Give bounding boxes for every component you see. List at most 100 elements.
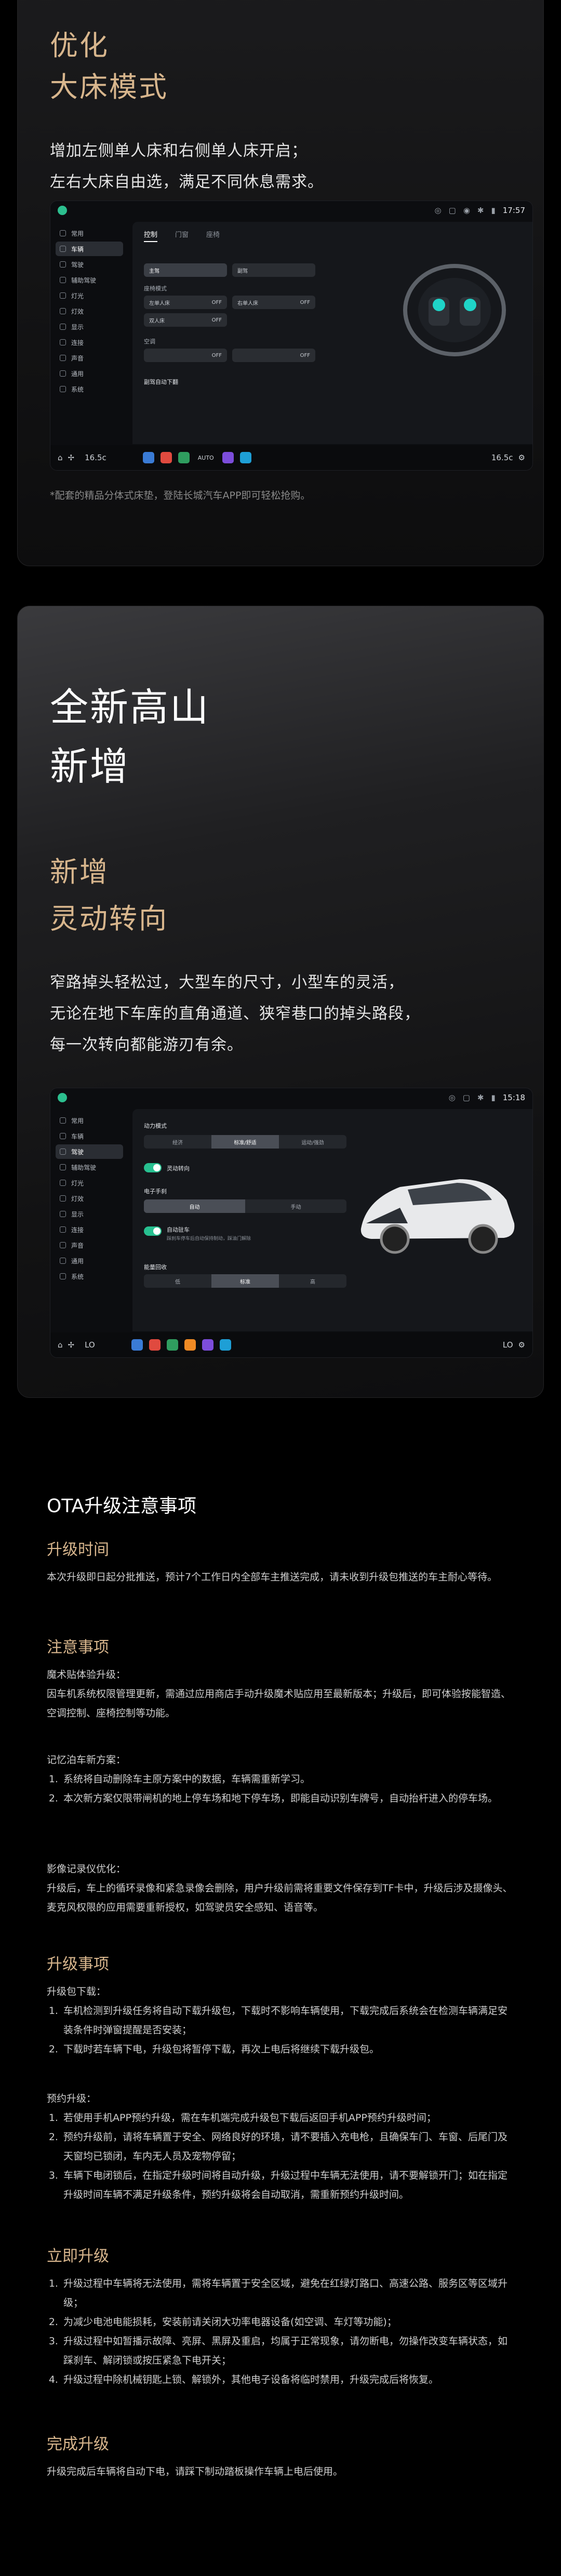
sidebar-item-label: 显示	[71, 323, 84, 331]
sidebar-item-icon	[60, 1226, 66, 1233]
sidebar-item-icon	[60, 292, 66, 299]
sidebar-item[interactable]: 灯效	[56, 304, 123, 318]
segment-option[interactable]: 低	[144, 1274, 211, 1288]
sidebar-item[interactable]: 驾驶	[56, 257, 123, 272]
sidebar-item[interactable]: 显示	[56, 1207, 123, 1221]
sidebar-item-label: 系统	[71, 1273, 84, 1280]
settings-gear-icon[interactable]: ⚙	[518, 453, 525, 462]
ota-section-done-text: 升级完成后车辆将自动下电，请踩下制动踏板操作车辆上电后使用。	[47, 2466, 343, 2477]
app-icon-phone[interactable]	[166, 1339, 178, 1351]
app-icon-store[interactable]	[239, 452, 251, 463]
ac-left-toggle[interactable]: OFF	[144, 349, 227, 362]
list-item: 预约升级前，请将车辆置于安全、网络良好的环境，请不要插入充电枪，且确保车门、车窗…	[61, 2128, 517, 2166]
tab[interactable]: 控制	[144, 229, 158, 242]
sidebar-item[interactable]: 灯光	[56, 288, 123, 303]
home-icon[interactable]: ⌂	[58, 453, 63, 462]
drive-mode-selector[interactable]: 经济 标准/舒适 运动/强劲	[144, 1135, 346, 1149]
sidebar-item-label: 系统	[71, 385, 84, 393]
sidebar-item-label: 连接	[71, 339, 84, 346]
dock-temp-right[interactable]: LO	[503, 1340, 513, 1350]
sidebar-item[interactable]: 连接	[56, 1222, 123, 1237]
sidebar-item[interactable]: 辅助驾驶	[56, 1160, 123, 1174]
auto-hold-toggle[interactable]	[144, 1226, 162, 1236]
sidebar-item[interactable]: 通用	[56, 366, 123, 381]
sidebar-item[interactable]: 驾驶	[56, 1144, 123, 1159]
sidebar-item[interactable]: 辅助驾驶	[56, 273, 123, 287]
right-bed-toggle[interactable]: 右单人床 OFF	[232, 296, 315, 309]
regen-selector[interactable]: 低标准高	[144, 1274, 346, 1288]
left-bed-toggle[interactable]: 左单人床 OFF	[144, 296, 227, 309]
sidebar-item[interactable]: 连接	[56, 335, 123, 350]
sidebar-item[interactable]: 常用	[56, 226, 123, 241]
app-icon-nav[interactable]	[142, 452, 154, 463]
sidebar-item-icon	[60, 1211, 66, 1217]
sidebar-item[interactable]: 车辆	[56, 242, 123, 256]
dock-temp-right[interactable]: 16.5c	[491, 453, 513, 462]
bluetooth-icon: ✱	[477, 1093, 484, 1102]
app-icon-media[interactable]	[184, 1339, 196, 1351]
segment-option[interactable]: 运动/强劲	[279, 1135, 346, 1149]
sidebar-item-icon	[60, 261, 66, 268]
ota-notes-a-text: 因车机系统权限管理更新，需通过应用商店手动升级魔术贴应用至最新版本；升级后，即可…	[47, 1688, 511, 1719]
sidebar-item[interactable]: 车辆	[56, 1129, 123, 1143]
seat-main-button[interactable]: 主驾	[144, 263, 227, 277]
parking-brake-selector[interactable]: 自动 手动	[144, 1199, 346, 1213]
app-icon-phone[interactable]	[178, 452, 190, 463]
sidebar-item[interactable]: 声音	[56, 1238, 123, 1252]
ota-title: OTA升级注意事项	[47, 1496, 197, 1517]
ac-right-toggle[interactable]: OFF	[232, 349, 315, 362]
app-icon-nav[interactable]	[131, 1339, 143, 1351]
seat-illustration	[403, 264, 506, 356]
list-item: 车辆下电闭锁后，在指定升级时间将自动升级，升级过程中车辆无法使用，请不要解锁开门…	[61, 2166, 517, 2205]
ota-notes-a-head: 魔术贴体验升级：	[47, 1669, 126, 1680]
sidebar-item[interactable]: 系统	[56, 382, 123, 396]
steering-toggle[interactable]	[144, 1163, 162, 1172]
dock-temp-left[interactable]: 16.5c	[85, 453, 106, 462]
settings-content: 控制 门窗 座椅 主驾 副驾 座椅模式 左单人床 OFF 右单人床 OFF 双人床 OFF…	[132, 222, 532, 444]
double-bed-toggle[interactable]: 双人床 OFF	[144, 313, 227, 327]
list-item: 下载时若车辆下电，升级包将暂停下载，再次上电后将继续下载升级包。	[61, 2040, 517, 2059]
app-icon-music[interactable]	[160, 452, 172, 463]
sidebar-item[interactable]: 灯效	[56, 1191, 123, 1206]
ota-section-upgrade-title: 升级事项	[47, 1955, 109, 1973]
ota-section-time-title: 升级时间	[47, 1541, 109, 1559]
segment-option[interactable]: 标准	[211, 1274, 279, 1288]
screen-bed-mode: ◎ ▢ ◉ ✱ ▮ 17:57 常用 车辆 驾驶 辅助驾驶 灯光 灯效 显示 连接 声音 通用 系统…	[50, 201, 533, 471]
regen-label: 能量回收	[144, 1264, 167, 1271]
app-icon-video[interactable]	[202, 1339, 213, 1351]
dock-temp-left[interactable]: LO	[85, 1340, 95, 1350]
sidebar-item[interactable]: 常用	[56, 1113, 123, 1128]
segment-option[interactable]: 高	[279, 1274, 346, 1288]
fan-icon[interactable]: ✢	[68, 453, 75, 462]
sidebar-item-icon	[60, 324, 66, 330]
settings-gear-icon[interactable]: ⚙	[518, 1340, 525, 1350]
auto-hold-desc: 踩刹车停车后自动保持制动，踩油门解除	[167, 1236, 251, 1242]
seat-passenger-button[interactable]: 副驾	[232, 263, 315, 277]
dock-auto[interactable]: AUTO	[198, 455, 214, 461]
sidebar-item[interactable]: 声音	[56, 351, 123, 365]
sidebar-item-label: 灯效	[71, 1195, 84, 1203]
sidebar-item[interactable]: 显示	[56, 319, 123, 334]
status-bar: ◎ ▢ ✱ ▮ 15:18	[50, 1088, 532, 1107]
segment-option[interactable]: 经济	[144, 1135, 211, 1149]
tab[interactable]: 门窗	[175, 229, 189, 242]
feature-card-bed-mode: 优化 大床模式 增加左侧单人床和右侧单人床开启； 左右大床自由选，满足不同休息需…	[17, 0, 544, 566]
home-icon[interactable]: ⌂	[58, 1340, 63, 1350]
app-icon-music[interactable]	[149, 1339, 161, 1351]
settings-tabs: 控制 门窗 座椅	[132, 222, 532, 249]
sidebar-item-icon	[60, 1164, 66, 1170]
fan-icon[interactable]: ✢	[68, 1340, 75, 1350]
segment-option[interactable]: 手动	[245, 1199, 346, 1213]
segment-option[interactable]: 标准/舒适	[211, 1135, 279, 1149]
sidebar-item[interactable]: 通用	[56, 1253, 123, 1268]
sidebar-item[interactable]: 系统	[56, 1269, 123, 1284]
app-icon-video[interactable]	[222, 452, 234, 463]
segment-option[interactable]: 自动	[144, 1199, 245, 1213]
list-item: 车机检测到升级任务将自动下载升级包，下载时不影响车辆使用，下载完成后系统会在检测…	[61, 2001, 517, 2040]
mic-icon: ◉	[463, 206, 470, 215]
sidebar-item[interactable]: 灯光	[56, 1176, 123, 1190]
sidebar-item-label: 声音	[71, 1242, 84, 1249]
app-icon-store[interactable]	[219, 1339, 231, 1351]
tab[interactable]: 座椅	[206, 229, 220, 242]
car-image	[360, 1179, 515, 1254]
